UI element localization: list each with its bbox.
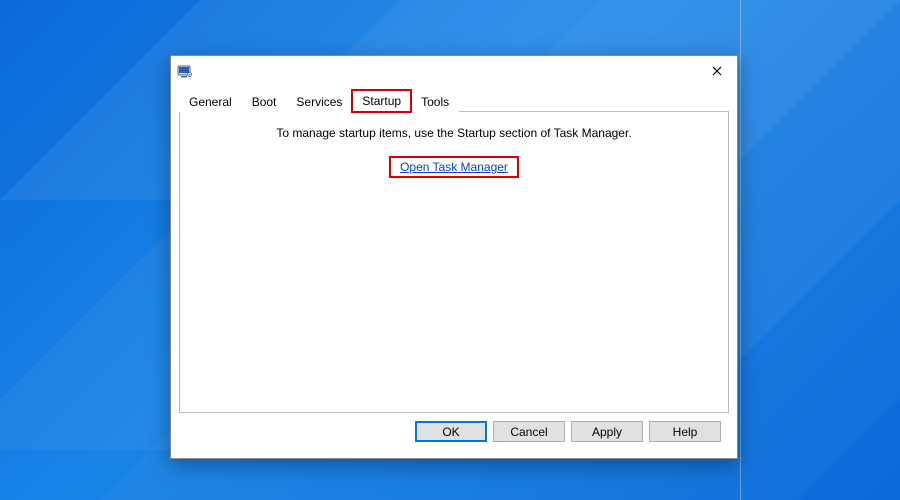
titlebar[interactable] (171, 56, 737, 86)
ok-button[interactable]: OK (415, 421, 487, 442)
apply-button[interactable]: Apply (571, 421, 643, 442)
startup-info-text: To manage startup items, use the Startup… (276, 126, 631, 140)
tab-general[interactable]: General (179, 91, 242, 112)
tab-services[interactable]: Services (286, 91, 352, 112)
tab-tools[interactable]: Tools (411, 91, 459, 112)
dialog-button-row: OK Cancel Apply Help (179, 413, 729, 450)
background-seam (740, 0, 741, 500)
tab-boot[interactable]: Boot (242, 91, 287, 112)
app-icon (177, 63, 193, 79)
cancel-button[interactable]: Cancel (493, 421, 565, 442)
close-button[interactable] (697, 56, 737, 86)
help-button[interactable]: Help (649, 421, 721, 442)
open-task-manager-link[interactable]: Open Task Manager (397, 159, 511, 175)
open-task-manager-highlight: Open Task Manager (389, 156, 519, 178)
desktop-background: General Boot Services Startup Tools To m… (0, 0, 900, 500)
tab-strip: General Boot Services Startup Tools (179, 90, 729, 112)
msconfig-window: General Boot Services Startup Tools To m… (170, 55, 738, 459)
startup-tab-panel: To manage startup items, use the Startup… (179, 112, 729, 413)
tab-startup[interactable]: Startup (352, 90, 411, 112)
